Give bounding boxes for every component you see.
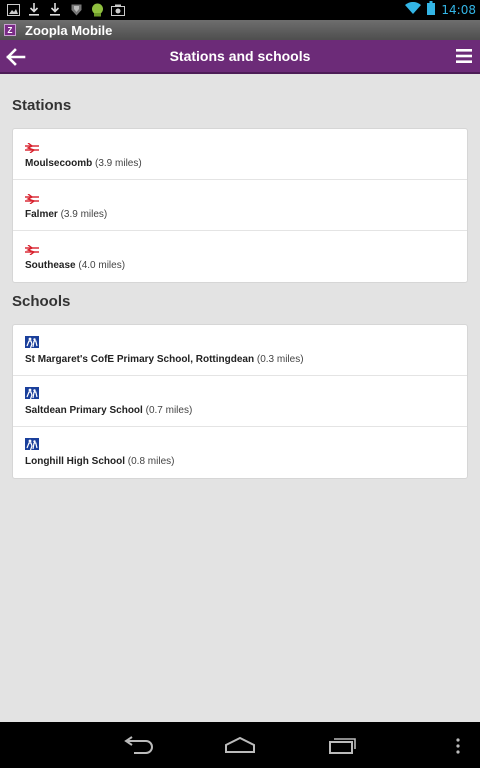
overflow-menu-icon[interactable] — [455, 738, 461, 759]
app-logo: Z — [4, 24, 16, 36]
station-name: Falmer — [25, 209, 58, 220]
list-item[interactable]: Longhill High School (0.8 miles) — [13, 427, 467, 478]
station-distance: (3.9 miles) — [95, 158, 142, 169]
station-distance: (4.0 miles) — [78, 260, 126, 271]
page-title: Stations and schools — [169, 48, 311, 64]
app-title-bar: Z Zoopla Mobile — [0, 20, 480, 40]
status-bar: 14:08 — [0, 0, 480, 20]
stations-heading: Stations — [12, 97, 72, 114]
school-name: St Margaret's CofE Primary School, Rotti… — [25, 354, 255, 365]
download-icon — [27, 2, 41, 17]
home-icon[interactable] — [224, 736, 256, 759]
app-title: Zoopla Mobile — [25, 22, 113, 38]
school-icon — [25, 438, 39, 450]
battery-icon — [427, 0, 436, 20]
rail-icon — [25, 140, 39, 154]
clock: 14:08 — [441, 3, 476, 17]
camera-icon — [111, 2, 125, 17]
school-icon — [25, 387, 39, 399]
schools-heading: Schools — [12, 293, 71, 310]
image-icon — [6, 2, 20, 17]
back-icon[interactable] — [122, 736, 154, 759]
list-item[interactable]: St Margaret's CofE Primary School, Rotti… — [13, 325, 467, 376]
school-name: Longhill High School — [25, 456, 125, 467]
wifi-icon — [405, 1, 422, 19]
action-bar: Stations and schools — [0, 40, 480, 74]
list-item[interactable]: Moulsecoomb (3.9 miles) — [13, 129, 467, 180]
station-name: Southease — [25, 260, 76, 271]
school-icon — [25, 336, 39, 348]
list-item[interactable]: Falmer (3.9 miles) — [13, 180, 467, 231]
recent-apps-icon[interactable] — [328, 736, 358, 759]
menu-icon[interactable] — [456, 49, 472, 63]
stations-list: Moulsecoomb (3.9 miles) Falmer (3.9 mile… — [12, 128, 468, 283]
school-distance: (0.3 miles) — [256, 354, 304, 365]
schools-list: St Margaret's CofE Primary School, Rotti… — [12, 324, 468, 479]
list-item[interactable]: Saltdean Primary School (0.7 miles) — [13, 376, 467, 427]
station-distance: (3.9 miles) — [60, 209, 108, 220]
station-name: Moulsecoomb — [25, 158, 93, 169]
rail-icon — [25, 191, 39, 205]
shield-icon — [69, 2, 83, 17]
android-icon — [90, 2, 104, 17]
rail-icon — [25, 242, 39, 256]
download-icon — [48, 2, 62, 17]
list-item[interactable]: Southease (4.0 miles) — [13, 231, 467, 282]
school-name: Saltdean Primary School — [25, 405, 143, 416]
school-distance: (0.8 miles) — [127, 456, 175, 467]
system-nav-bar — [0, 722, 480, 768]
school-distance: (0.7 miles) — [145, 405, 193, 416]
